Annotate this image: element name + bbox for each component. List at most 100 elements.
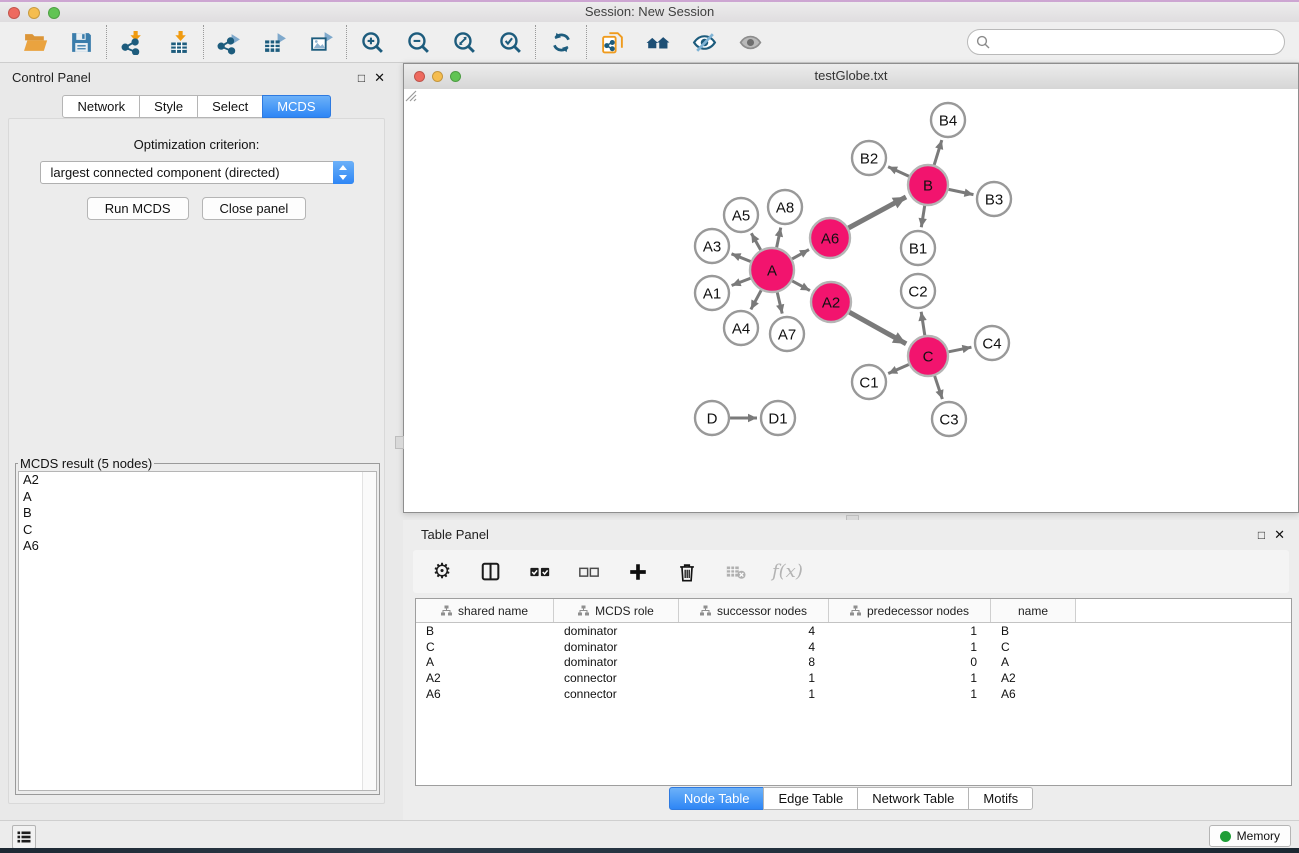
column-header-predecessor-nodes[interactable]: predecessor nodes bbox=[829, 599, 991, 622]
graph-node-A7[interactable]: A7 bbox=[770, 317, 804, 351]
zoom-selected-button[interactable] bbox=[497, 29, 523, 55]
graph-node-B4[interactable]: B4 bbox=[931, 103, 965, 137]
tab-node-table[interactable]: Node Table bbox=[669, 787, 765, 810]
graph-edge-C-C3[interactable] bbox=[935, 376, 943, 399]
result-item-b[interactable]: B bbox=[19, 505, 376, 522]
zoom-fit-button[interactable] bbox=[451, 29, 477, 55]
graph-node-B2[interactable]: B2 bbox=[852, 141, 886, 175]
delete-table-button[interactable] bbox=[723, 559, 749, 585]
delete-column-button[interactable] bbox=[674, 559, 700, 585]
close-table-panel-icon[interactable]: ✕ bbox=[1274, 527, 1285, 543]
column-header-name[interactable]: name bbox=[991, 599, 1076, 622]
graph-edge-B-B4[interactable] bbox=[934, 140, 942, 165]
graph-edge-A-A6[interactable] bbox=[792, 250, 809, 259]
export-image-button[interactable] bbox=[308, 29, 334, 55]
graph-edge-A2-C[interactable] bbox=[849, 312, 906, 344]
zoom-out-button[interactable] bbox=[405, 29, 431, 55]
close-panel-button[interactable]: Close panel bbox=[202, 197, 307, 220]
close-panel-icon[interactable]: ✕ bbox=[374, 70, 385, 86]
graph-edge-C-C2[interactable] bbox=[921, 312, 925, 335]
graph-edge-A-A7[interactable] bbox=[777, 292, 782, 313]
tab-mcds[interactable]: MCDS bbox=[262, 95, 330, 118]
tab-motifs[interactable]: Motifs bbox=[968, 787, 1033, 810]
graph-node-C2[interactable]: C2 bbox=[901, 274, 935, 308]
vertical-split-grip[interactable] bbox=[395, 436, 404, 449]
graph-edge-A-A4[interactable] bbox=[751, 290, 761, 309]
optimization-select[interactable]: largest connected component (directed) bbox=[40, 161, 354, 184]
tab-style[interactable]: Style bbox=[139, 95, 198, 118]
graph-node-C1[interactable]: C1 bbox=[852, 365, 886, 399]
graph-edge-A-A5[interactable] bbox=[751, 233, 760, 250]
graph-node-A8[interactable]: A8 bbox=[768, 190, 802, 224]
memory-button[interactable]: Memory bbox=[1209, 825, 1291, 847]
result-scrollbar[interactable] bbox=[362, 472, 376, 790]
search-input[interactable] bbox=[995, 34, 1276, 51]
graph-node-A3[interactable]: A3 bbox=[695, 229, 729, 263]
show-elements-button[interactable] bbox=[737, 29, 763, 55]
graph-edge-A6-B[interactable] bbox=[848, 197, 906, 228]
open-session-button[interactable] bbox=[22, 29, 48, 55]
result-item-c[interactable]: C bbox=[19, 522, 376, 539]
deselect-all-columns-button[interactable] bbox=[576, 559, 602, 585]
graph-node-C[interactable]: C bbox=[908, 336, 948, 376]
refresh-layout-button[interactable] bbox=[548, 29, 574, 55]
graph-node-A2[interactable]: A2 bbox=[811, 282, 851, 322]
graph-edge-C-C4[interactable] bbox=[949, 347, 972, 352]
tab-network-table[interactable]: Network Table bbox=[857, 787, 969, 810]
table-row-a[interactable]: Adominator80A bbox=[416, 655, 1291, 671]
table-row-a6[interactable]: A6connector11A6 bbox=[416, 686, 1291, 702]
graph-node-D[interactable]: D bbox=[695, 401, 729, 435]
tab-select[interactable]: Select bbox=[197, 95, 263, 118]
float-table-panel-icon[interactable]: □ bbox=[1258, 528, 1265, 542]
float-panel-icon[interactable]: □ bbox=[358, 71, 365, 85]
resize-grip-icon[interactable] bbox=[404, 89, 417, 102]
export-network-button[interactable] bbox=[216, 29, 242, 55]
graph-edge-A-A8[interactable] bbox=[777, 228, 781, 248]
select-all-columns-button[interactable] bbox=[527, 559, 553, 585]
run-mcds-button[interactable]: Run MCDS bbox=[87, 197, 189, 220]
network-snapshot-button[interactable] bbox=[599, 29, 625, 55]
import-network-button[interactable] bbox=[119, 29, 145, 55]
table-row-b[interactable]: Bdominator41B bbox=[416, 623, 1291, 639]
graph-node-A4[interactable]: A4 bbox=[724, 311, 758, 345]
graph-node-D1[interactable]: D1 bbox=[761, 401, 795, 435]
graph-edge-A-A2[interactable] bbox=[792, 281, 810, 291]
import-table-button[interactable] bbox=[165, 29, 191, 55]
result-item-a2[interactable]: A2 bbox=[19, 472, 376, 489]
result-item-a[interactable]: A bbox=[19, 489, 376, 506]
graph-node-B[interactable]: B bbox=[908, 165, 948, 205]
table-row-a2[interactable]: A2connector11A2 bbox=[416, 670, 1291, 686]
result-item-a6[interactable]: A6 bbox=[19, 538, 376, 555]
show-columns-button[interactable] bbox=[478, 559, 504, 585]
graph-edge-B-B3[interactable] bbox=[949, 189, 974, 194]
graph-edge-A-A3[interactable] bbox=[731, 254, 750, 262]
hide-elements-button[interactable] bbox=[691, 29, 717, 55]
column-header-MCDS-role[interactable]: MCDS role bbox=[554, 599, 679, 622]
graph-node-A5[interactable]: A5 bbox=[724, 198, 758, 232]
graph-edge-B-B2[interactable] bbox=[888, 167, 909, 177]
add-column-button[interactable] bbox=[625, 559, 651, 585]
graph-edge-C-C1[interactable] bbox=[888, 364, 909, 373]
export-table-button[interactable] bbox=[262, 29, 288, 55]
graph-node-A1[interactable]: A1 bbox=[695, 276, 729, 310]
home-view-button[interactable] bbox=[645, 29, 671, 55]
graph-node-A6[interactable]: A6 bbox=[810, 218, 850, 258]
table-mode-button[interactable]: ⚙ bbox=[429, 559, 455, 585]
tab-edge-table[interactable]: Edge Table bbox=[763, 787, 858, 810]
table-row-c[interactable]: Cdominator41C bbox=[416, 639, 1291, 655]
graph-node-B1[interactable]: B1 bbox=[901, 231, 935, 265]
graph-edge-B-B1[interactable] bbox=[921, 206, 924, 228]
graph-node-C4[interactable]: C4 bbox=[975, 326, 1009, 360]
column-header-successor-nodes[interactable]: successor nodes bbox=[679, 599, 829, 622]
network-window-titlebar[interactable]: testGlobe.txt bbox=[404, 64, 1298, 90]
graph-edge-A-A1[interactable] bbox=[732, 278, 751, 285]
column-header-shared-name[interactable]: shared name bbox=[416, 599, 554, 622]
tab-network[interactable]: Network bbox=[62, 95, 140, 118]
network-canvas[interactable]: AA6A2BCA1A3A4A5A7A8B1B2B3B4C1C2C3C4DD1 bbox=[404, 89, 1298, 512]
graph-node-C3[interactable]: C3 bbox=[932, 402, 966, 436]
function-builder-button[interactable]: f(x) bbox=[772, 559, 803, 585]
graph-node-B3[interactable]: B3 bbox=[977, 182, 1011, 216]
task-history-button[interactable] bbox=[12, 825, 36, 849]
zoom-in-button[interactable] bbox=[359, 29, 385, 55]
save-session-button[interactable] bbox=[68, 29, 94, 55]
